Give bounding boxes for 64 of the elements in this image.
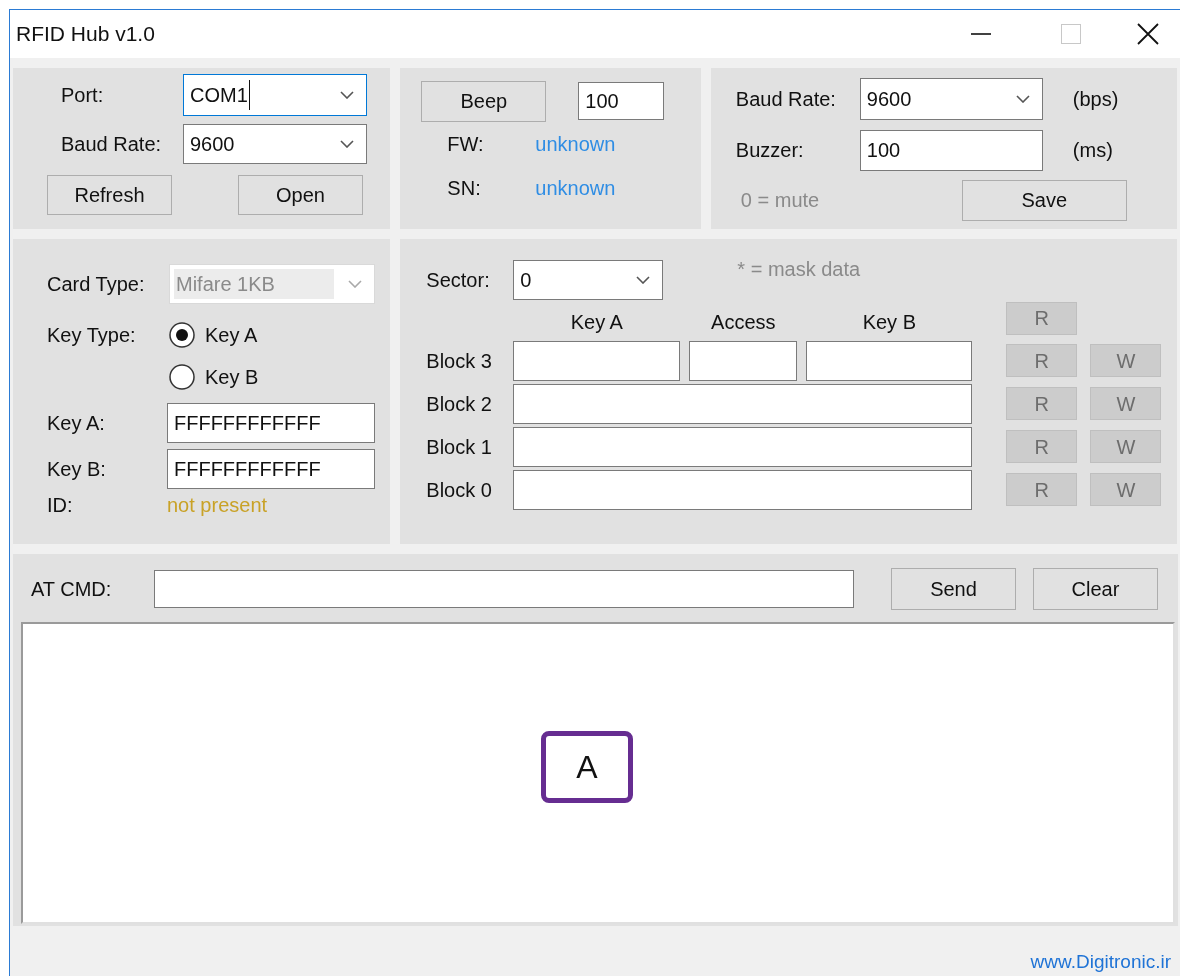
chevron-down-icon [340,90,354,99]
window-title: RFID Hub v1.0 [16,21,155,47]
label: Key B: [47,456,107,482]
radio-button[interactable] [169,363,195,390]
input-field[interactable] [513,383,973,424]
status-text: unknown [535,131,616,157]
input-field[interactable] [806,340,973,381]
input-field[interactable]: 100 [578,82,665,120]
row-label: Block 3 [426,348,493,374]
column-header: Key A [570,309,623,335]
button[interactable]: Send [891,567,1016,610]
input-field[interactable] [689,340,798,381]
dropdown[interactable]: 0 [513,259,664,300]
column-header: Key B [862,309,916,335]
status-text: unknown [535,175,616,201]
beep-button[interactable]: Beep [421,80,547,122]
log-area[interactable]: A [21,621,1175,924]
save-button[interactable]: Save [961,179,1127,221]
label: Key A [205,322,258,348]
input-field[interactable] [513,340,681,381]
dropdown[interactable]: 9600 [183,123,367,164]
dropdown[interactable]: 9600 [859,77,1043,120]
label: Key B [205,364,259,390]
chevron-down-icon [340,139,354,148]
label: Baud Rate: [61,131,163,157]
hint-text: * = mask data [737,256,861,282]
hint-text: 0 = mute [740,188,821,213]
close-icon [1137,22,1159,45]
label: ID: [47,492,74,518]
label: (bps) [1072,86,1119,112]
marker-label: A [541,730,633,803]
button[interactable]: Clear [1033,567,1158,610]
chevron-down-icon [636,275,651,284]
label: FW: [447,131,485,157]
label: Port: [61,82,105,108]
row-label: Block 2 [426,391,493,417]
label: AT CMD: [31,576,113,602]
radio-button[interactable] [169,321,195,348]
label: Key Type: [47,322,137,348]
dropdown[interactable]: COM1 [183,73,367,116]
input-field[interactable]: FFFFFFFFFFFF [167,402,375,443]
maximize-icon [1061,23,1081,44]
minimize-icon [971,32,991,35]
chevron-down-icon [348,279,362,288]
label: Buzzer: [735,138,805,163]
label: Sector: [426,267,491,293]
label: SN: [447,175,482,201]
chevron-down-icon [1015,94,1030,103]
status-text: not present [167,492,268,518]
input-field[interactable] [513,469,973,510]
label: (ms) [1072,138,1113,163]
row-label: Block 1 [426,434,493,460]
input-field[interactable]: 100 [859,129,1043,171]
input-field[interactable]: FFFFFFFFFFFF [167,448,375,489]
row-label: Block 0 [426,477,493,503]
button[interactable]: Open [238,174,363,215]
website-link[interactable]: www.Digitronic.ir [1030,947,1171,976]
label: Key A: [47,410,106,436]
input-field[interactable] [513,426,973,467]
column-header: Access [711,309,776,335]
input-field[interactable] [154,569,854,608]
label: Baud Rate: [735,86,837,112]
button[interactable]: Refresh [47,174,172,215]
label: Card Type: [47,271,146,297]
